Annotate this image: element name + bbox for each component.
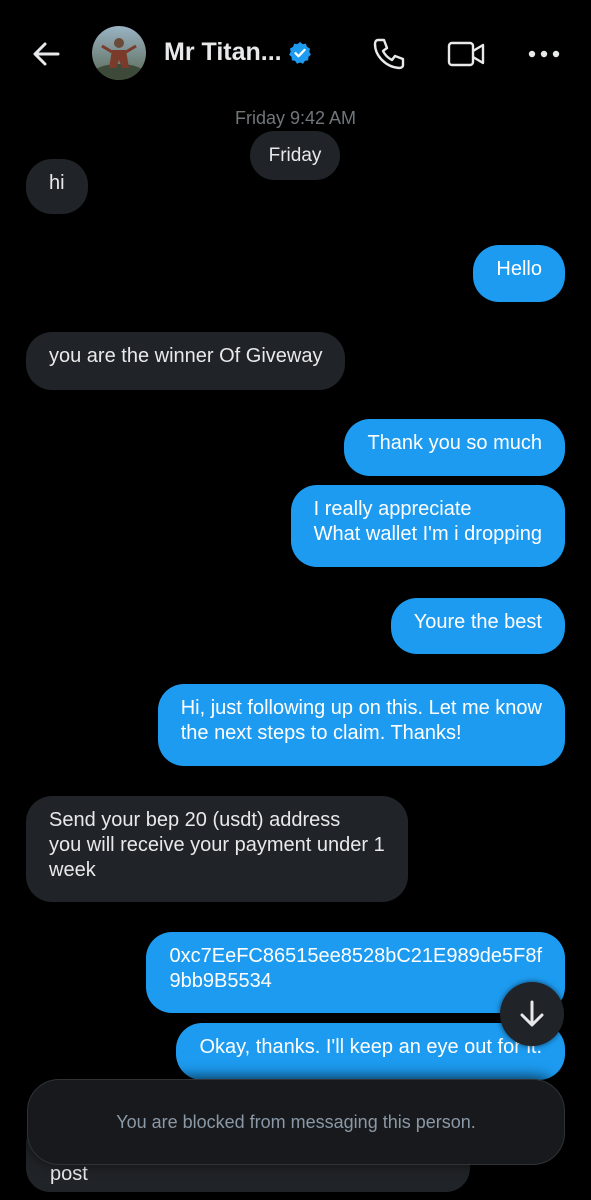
phone-icon[interactable] [368,34,408,74]
message-bubble-outgoing[interactable]: Hi, just following up on this. Let me kn… [157,684,565,766]
message-bubble-outgoing[interactable]: Thank you so much [344,419,565,476]
message-bubble-incoming[interactable]: hi [26,159,88,214]
conversation-header: Mr Titan... [0,0,591,106]
message-timestamp: Friday 9:42 AM [234,108,357,128]
message-bubble-outgoing[interactable]: I really appreciate What wallet I'm i dr… [290,485,565,567]
back-arrow-icon[interactable] [28,36,64,72]
day-divider-pill: Friday [250,131,340,180]
contact-name[interactable]: Mr Titan... [164,38,282,67]
message-bubble-outgoing[interactable]: Hello [473,245,565,302]
message-text: post [50,1163,88,1185]
scroll-to-bottom-button[interactable] [500,982,564,1046]
arrow-down-icon [520,1000,544,1027]
message-bubble-outgoing[interactable]: Youre the best [390,598,565,654]
message-bubble-incoming[interactable]: you are the winner Of Giveway [26,332,346,390]
more-dots-icon[interactable] [524,34,564,74]
message-bubble-incoming[interactable]: Send your bep 20 (usdt) address you will… [26,796,408,902]
verified-badge-icon [288,41,312,65]
video-camera-icon[interactable] [446,34,486,74]
avatar[interactable] [92,26,146,80]
blocked-notice: You are blocked from messaging this pers… [27,1079,565,1165]
